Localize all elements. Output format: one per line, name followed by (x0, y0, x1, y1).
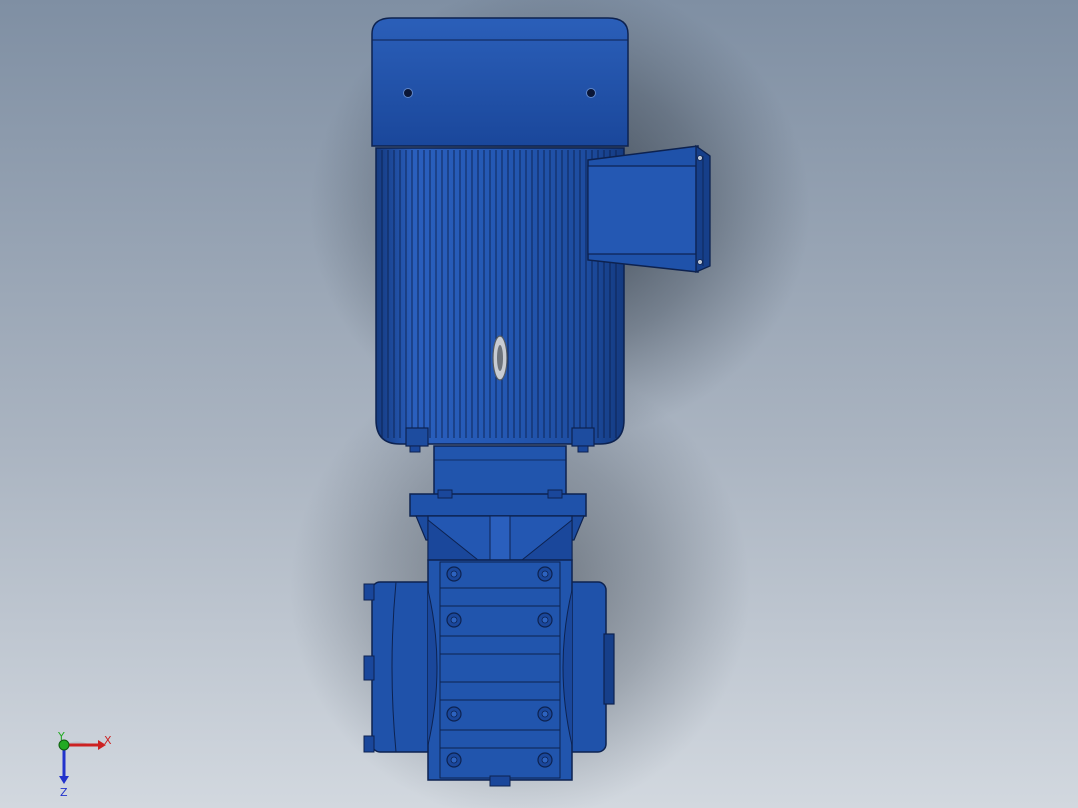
housing-bolt-center (450, 570, 458, 578)
gearbox-adapter[interactable] (427, 515, 573, 561)
motor-body[interactable] (375, 147, 625, 453)
cover-bolt-hole-right (586, 88, 596, 98)
terminal-box[interactable] (587, 144, 711, 273)
housing-bolt-center (450, 710, 458, 718)
housing-bolt-center (541, 616, 549, 624)
z-axis-label: Z (60, 786, 68, 799)
housing-bolt-center (541, 570, 549, 578)
lifting-eye (492, 335, 508, 381)
housing-bolt-center (541, 710, 549, 718)
motor-fan-cover[interactable] (371, 17, 629, 147)
cad-viewport[interactable]: X Y Z (0, 0, 1078, 808)
model-view[interactable]: X Y Z (0, 0, 1078, 808)
housing-bolt-center (541, 756, 549, 764)
motor-neck[interactable] (433, 445, 567, 497)
x-axis-label: X (104, 734, 112, 747)
housing-bolt-center (450, 616, 458, 624)
foot-lug-left (405, 427, 429, 447)
foot-lug-right (571, 427, 595, 447)
gearbox-housing[interactable] (427, 559, 573, 787)
cover-bolt-hole-left (403, 88, 413, 98)
y-axis-label: Y (57, 730, 65, 743)
housing-bolt-center (450, 756, 458, 764)
